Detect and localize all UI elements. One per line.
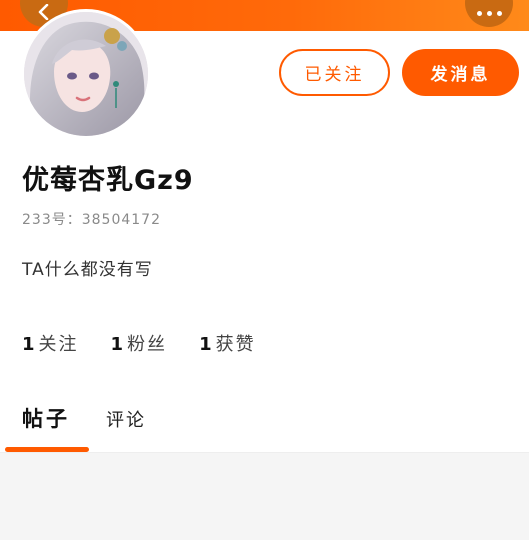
tab-posts[interactable]: 帖子 — [22, 403, 70, 433]
profile-bio: TA什么都没有写 — [22, 260, 153, 280]
stat-followers-label: 粉丝 — [127, 334, 168, 355]
stat-likes-count: 1 — [199, 334, 214, 355]
stat-following[interactable]: 1 关注 — [22, 330, 79, 356]
send-message-label: 发消息 — [430, 65, 491, 85]
profile-uid: 233号：38504172 — [22, 212, 161, 228]
stat-following-label: 关注 — [38, 334, 79, 355]
stat-likes[interactable]: 1 获赞 — [199, 330, 256, 356]
avatar-illustration — [24, 12, 148, 136]
tab-divider — [0, 452, 529, 453]
stat-followers[interactable]: 1 粉丝 — [111, 330, 168, 356]
more-dots-icon — [476, 10, 502, 16]
tab-comments[interactable]: 评论 — [106, 406, 146, 432]
send-message-button[interactable]: 发消息 — [402, 49, 519, 96]
chevron-left-icon — [38, 4, 49, 20]
profile-card: 已关注 发消息 优莓杏乳Gz9 233号：38504172 TA什么都没有写 1… — [0, 9, 529, 453]
stat-followers-count: 1 — [110, 334, 126, 355]
avatar[interactable] — [21, 9, 151, 139]
follow-button[interactable]: 已关注 — [279, 49, 390, 96]
stat-likes-label: 获赞 — [215, 334, 256, 355]
profile-stats: 1 关注 1 粉丝 1 获赞 — [22, 330, 288, 356]
stat-following-count: 1 — [22, 334, 37, 355]
profile-nickname: 优莓杏乳Gz9 — [22, 165, 194, 196]
follow-button-label: 已关注 — [304, 65, 365, 85]
